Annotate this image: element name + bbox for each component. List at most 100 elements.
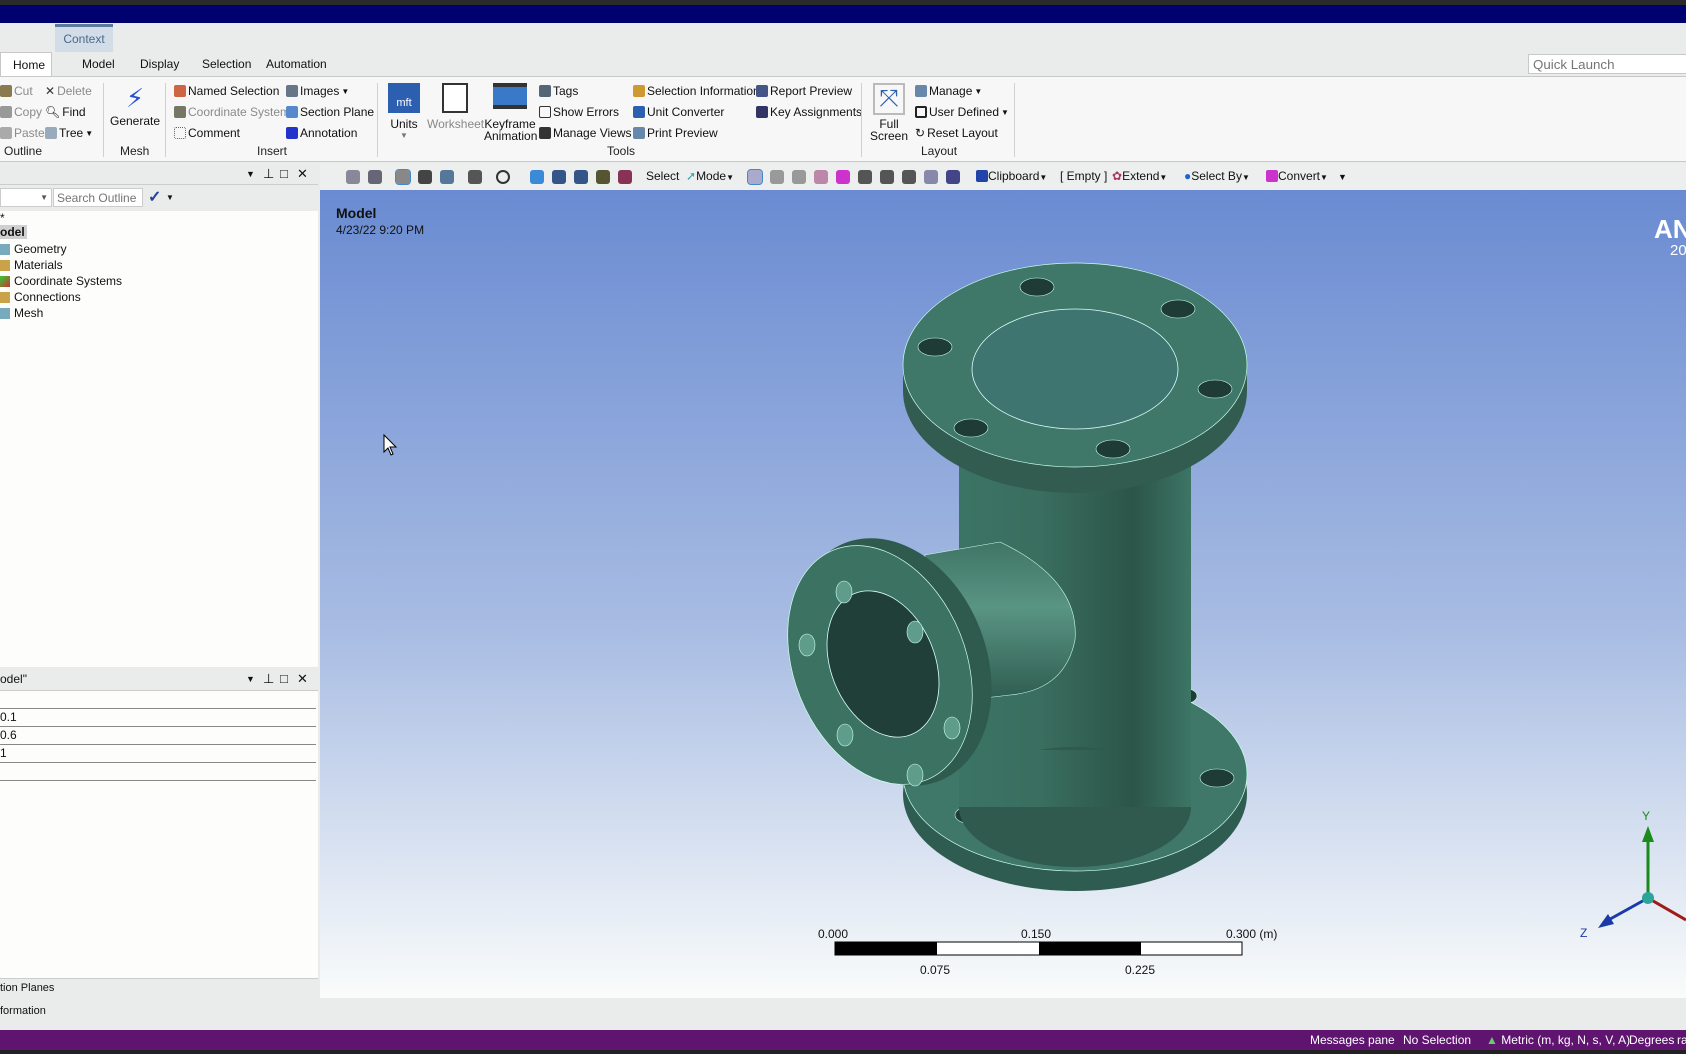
tree-item-geometry[interactable]: Geometry: [0, 242, 67, 256]
model-geometry[interactable]: [320, 190, 1686, 998]
tab-display[interactable]: Display: [128, 52, 191, 77]
zoom-in-icon[interactable]: [574, 170, 588, 184]
section-plane-button[interactable]: Section Plane: [286, 105, 374, 119]
dropdown-icon[interactable]: ▼: [166, 193, 174, 202]
manage-button[interactable]: Manage ▼: [915, 84, 982, 98]
main-pipe-lower: [959, 750, 1191, 807]
details-row[interactable]: [0, 691, 316, 709]
details-row[interactable]: [0, 763, 316, 781]
rotate-icon[interactable]: [496, 170, 510, 184]
paste-button[interactable]: Paste: [0, 126, 45, 140]
zoom-out-icon[interactable]: [596, 170, 610, 184]
tab-selection-information[interactable]: formation: [0, 1005, 46, 1017]
named-selection-button[interactable]: Named Selection: [174, 84, 279, 98]
maximize-icon[interactable]: □: [280, 671, 288, 686]
pan-icon[interactable]: [530, 170, 544, 184]
unit-converter-button[interactable]: Unit Converter: [633, 105, 724, 119]
tab-home[interactable]: Home: [0, 52, 52, 77]
images-button[interactable]: Images ▼: [286, 84, 349, 98]
maximize-icon[interactable]: □: [280, 166, 288, 181]
report-preview-button[interactable]: Report Preview: [756, 84, 852, 98]
tab-selection[interactable]: Selection: [190, 52, 263, 77]
magnify-icon[interactable]: [618, 170, 632, 184]
quick-launch-input[interactable]: [1528, 54, 1686, 74]
dropdown-icon[interactable]: ▼: [246, 674, 255, 684]
pin-icon[interactable]: ⊥: [263, 166, 274, 182]
find-button[interactable]: 🔍︎ Find: [45, 105, 86, 119]
select-by-dropdown[interactable]: ●Select By▼: [1184, 169, 1250, 183]
tab-model[interactable]: Model: [70, 52, 127, 77]
extend-dropdown[interactable]: ✿Extend▼: [1112, 169, 1167, 183]
display-icon[interactable]: [440, 170, 454, 184]
tab-section-planes[interactable]: tion Planes: [0, 982, 54, 994]
annotation-button[interactable]: Annotation: [286, 126, 357, 140]
graphics-viewport[interactable]: Model 4/23/22 9:20 PM AN 20 0.000 0.150 …: [320, 190, 1686, 998]
comment-button[interactable]: Comment: [174, 126, 240, 140]
details-row[interactable]: 0.1: [0, 709, 316, 727]
tags-button[interactable]: Tags: [539, 84, 578, 98]
search-outline-input[interactable]: [53, 188, 143, 207]
key-assignments-button[interactable]: Key Assignments: [756, 105, 862, 119]
show-errors-button[interactable]: Show Errors: [539, 105, 619, 119]
tree-button[interactable]: Tree ▼: [45, 126, 93, 140]
angle-units-button[interactable]: Degrees: [1629, 1033, 1674, 1047]
tree-item-mesh[interactable]: Mesh: [0, 306, 43, 320]
select-body-icon[interactable]: [814, 170, 828, 184]
tree-item-model[interactable]: odel: [0, 225, 27, 239]
select-vertex-icon[interactable]: [747, 169, 763, 185]
coordinate-system-button[interactable]: Coordinate System: [174, 105, 290, 119]
pick-point-icon[interactable]: [924, 170, 938, 184]
divider: [1014, 83, 1015, 157]
select-element-icon[interactable]: [836, 170, 850, 184]
filter-dropdown[interactable]: ▼: [0, 188, 52, 207]
delete-button[interactable]: ✕ Delete: [45, 84, 92, 98]
manage-views-button[interactable]: Manage Views: [539, 126, 632, 140]
tab-automation[interactable]: Automation: [254, 52, 339, 77]
shaded-icon[interactable]: [418, 170, 432, 184]
hit-point-icon[interactable]: [946, 170, 960, 184]
unit-system-button[interactable]: ▲ Metric (m, kg, N, s, V, A): [1486, 1033, 1630, 1047]
close-icon[interactable]: ✕: [297, 166, 308, 182]
root-marker: *: [0, 211, 5, 225]
messages-pane-button[interactable]: Messages pane: [1310, 1033, 1395, 1047]
context-tab[interactable]: Context: [55, 24, 113, 52]
toolbar-overflow-icon[interactable]: ▼: [1338, 172, 1347, 182]
close-icon[interactable]: ✕: [297, 671, 308, 687]
keyframe-animation-button[interactable]: Keyframe Animation: [484, 83, 537, 142]
angular-velocity-units[interactable]: ra: [1677, 1033, 1686, 1047]
pin-icon[interactable]: ⊥: [263, 671, 274, 687]
worksheet-button[interactable]: Worksheet: [427, 83, 484, 130]
divider: [861, 83, 862, 157]
selection-information-button[interactable]: Selection Information: [633, 84, 760, 98]
dropdown-icon[interactable]: ▼: [246, 169, 255, 179]
select-face-icon[interactable]: [792, 170, 806, 184]
generate-button[interactable]: ⚡︎ Generate: [110, 83, 160, 127]
reset-layout-button[interactable]: ↻ Reset Layout: [915, 126, 998, 140]
full-screen-button[interactable]: ⤧ Full Screen: [868, 83, 910, 142]
check-icon[interactable]: ✓: [148, 187, 161, 207]
mode-dropdown[interactable]: ➚Mode▼: [686, 169, 734, 183]
select-element-face-icon[interactable]: [880, 170, 894, 184]
details-row[interactable]: 0.6: [0, 727, 316, 745]
print-preview-button[interactable]: Print Preview: [633, 126, 718, 140]
select-label[interactable]: Select: [646, 169, 679, 183]
tree-item-coordinate-systems[interactable]: Coordinate Systems: [0, 274, 122, 288]
tree-item-materials[interactable]: Materials: [0, 258, 63, 272]
tree-item-connections[interactable]: Connections: [0, 290, 81, 304]
convert-dropdown[interactable]: Convert▼: [1266, 169, 1328, 183]
select-element-body-icon[interactable]: [902, 170, 916, 184]
zoom-box-icon[interactable]: [368, 170, 382, 184]
clipboard-dropdown[interactable]: Clipboard▼: [976, 169, 1047, 183]
select-node-icon[interactable]: [858, 170, 872, 184]
copy-button[interactable]: Copy: [0, 105, 42, 119]
cut-button[interactable]: Cut: [0, 84, 33, 98]
select-edge-icon[interactable]: [770, 170, 784, 184]
units-button[interactable]: mft Units ▼: [386, 83, 422, 142]
tree-filter-icon[interactable]: [468, 170, 482, 184]
zoom-icon[interactable]: [552, 170, 566, 184]
zoom-fit-icon[interactable]: [346, 170, 360, 184]
user-defined-button[interactable]: User Defined ▼: [915, 105, 1009, 119]
solid-view-icon[interactable]: [395, 169, 411, 185]
group-label-outline: Outline: [4, 144, 43, 158]
details-row[interactable]: 1: [0, 745, 316, 763]
